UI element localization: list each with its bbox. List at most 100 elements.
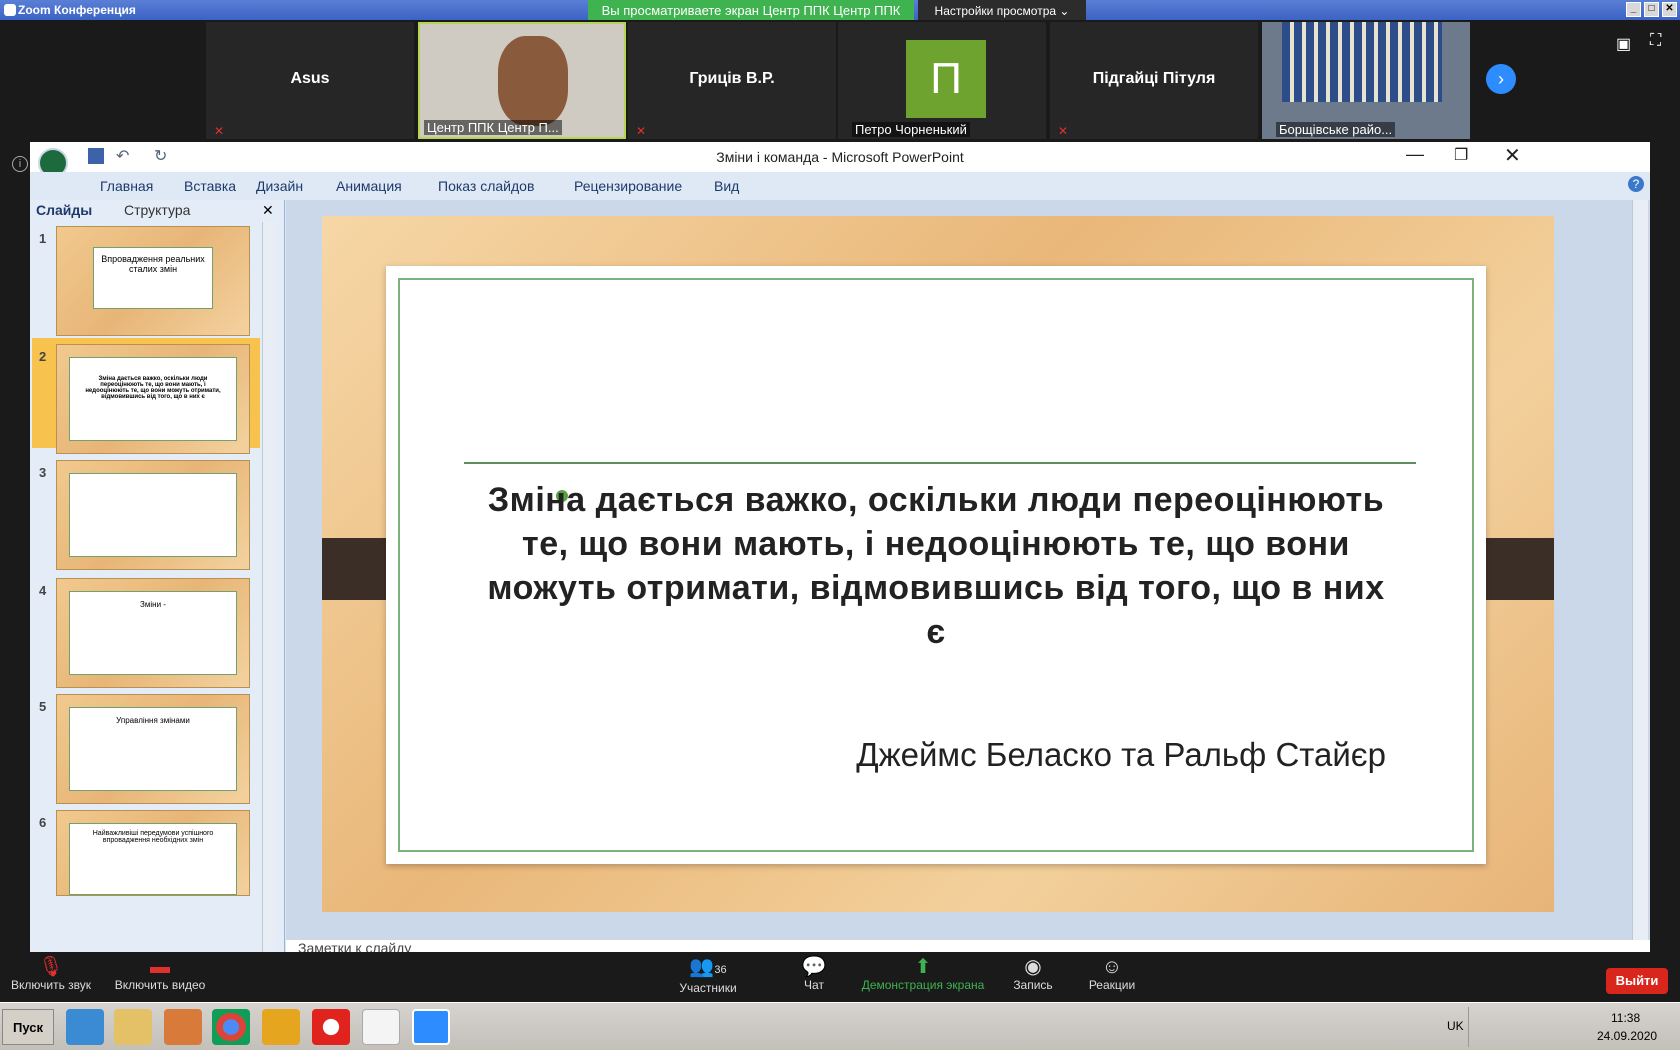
- zoom-logo-icon: [4, 4, 16, 16]
- help-icon[interactable]: ?: [1628, 176, 1644, 192]
- editor-scrollbar[interactable]: [1632, 200, 1648, 940]
- ribbon-tab-view[interactable]: Вид: [714, 178, 739, 194]
- minimize-button[interactable]: _: [1626, 2, 1641, 17]
- ppt-minimize-button[interactable]: —: [1406, 144, 1424, 165]
- thumb-content: Зміна дається важко, оскільки люди перео…: [69, 357, 237, 441]
- slide-number: 6: [39, 815, 47, 830]
- app-icon[interactable]: [262, 1009, 300, 1045]
- slide-thumbnail[interactable]: 3: [39, 460, 250, 570]
- language-indicator[interactable]: UK: [1447, 1019, 1464, 1033]
- video-label: Включить видео: [114, 978, 206, 992]
- slide-card: Зміна дається важко, оскільки люди перео…: [386, 266, 1486, 864]
- participants-button[interactable]: 👥36 Участники: [676, 956, 740, 995]
- ribbon-tab-insert[interactable]: Вставка: [184, 178, 236, 194]
- share-banner: Вы просматриваете экран Центр ППК Центр …: [588, 0, 914, 22]
- slide-thumbnail-selected[interactable]: 2 Зміна дається важко, оскільки люди пер…: [39, 344, 250, 454]
- ppt-close-button[interactable]: ✕: [1504, 143, 1521, 168]
- participant-tile[interactable]: Підгайці Пітуля ✕: [1050, 22, 1258, 139]
- taskbar: Пуск UK 11:38 24.09.2020: [0, 1002, 1680, 1050]
- chrome-icon[interactable]: [212, 1009, 250, 1045]
- system-tray: UK 11:38 24.09.2020: [1447, 1007, 1678, 1047]
- participant-tile[interactable]: Гриців В.Р. ✕: [628, 22, 836, 139]
- zoom-icon[interactable]: [412, 1009, 450, 1045]
- next-page-icon[interactable]: ›: [1486, 64, 1516, 94]
- thumb-content: Впровадження реальних сталих змін: [93, 247, 213, 309]
- thumb-content: [69, 473, 237, 557]
- participants-count: 36: [714, 964, 727, 976]
- ribbon-tab-home[interactable]: Главная: [100, 178, 153, 194]
- participant-tile[interactable]: Борщівське райо...: [1262, 22, 1470, 139]
- unmute-label: Включить звук: [10, 978, 92, 992]
- participant-tile-active[interactable]: Центр ППК Центр П...: [418, 22, 626, 139]
- clock-time[interactable]: 11:38: [1611, 1011, 1640, 1025]
- slide-thumbnail[interactable]: 4 Зміни -: [39, 578, 250, 688]
- slide-number: 1: [39, 231, 47, 246]
- muted-mic-icon: ✕: [1058, 124, 1069, 138]
- bookshelf-video: [1282, 22, 1442, 102]
- record-button[interactable]: ◉ Запись: [1010, 956, 1056, 992]
- explorer-icon[interactable]: [114, 1009, 152, 1045]
- start-video-button[interactable]: ▬ Включить видео: [112, 956, 208, 992]
- participant-caption: Центр ППК Центр П...: [424, 120, 562, 135]
- slide-author[interactable]: Джеймс Беласко та Ральф Стайєр: [826, 736, 1386, 774]
- video-off-icon: ▬: [150, 956, 170, 978]
- record-icon: ◉: [1024, 956, 1042, 978]
- fullscreen-icon[interactable]: ⛶: [1650, 32, 1661, 50]
- thumb-content: Зміни -: [69, 591, 237, 675]
- participant-name: Підгайці Пітуля: [1092, 70, 1216, 87]
- leave-button[interactable]: Выйти: [1606, 968, 1668, 994]
- share-label: Демонстрация экрана: [861, 978, 985, 992]
- chat-icon: 💬: [801, 956, 827, 978]
- participant-avatar: П: [906, 40, 986, 118]
- ribbon-tab-review[interactable]: Рецензирование: [574, 178, 682, 194]
- ribbon-tab-animation[interactable]: Анимация: [336, 178, 402, 194]
- tab-outline[interactable]: Структура: [124, 202, 190, 218]
- slide-quote[interactable]: Зміна дається важко, оскільки люди перео…: [486, 478, 1386, 654]
- slide-thumbnail[interactable]: 6 Найважливіші передумови успішного впро…: [39, 810, 250, 896]
- participant-caption: Борщівське райо...: [1276, 122, 1396, 137]
- participant-caption: Петро Чорненький: [852, 122, 970, 137]
- slide-thumbnail[interactable]: 5 Управління змінами: [39, 694, 250, 804]
- maximize-button[interactable]: □: [1644, 2, 1659, 17]
- layout-icon[interactable]: ▣: [1616, 34, 1631, 54]
- info-icon[interactable]: i: [12, 156, 28, 172]
- pane-scrollbar[interactable]: [262, 222, 276, 952]
- participant-tile[interactable]: Asus ✕: [206, 22, 414, 139]
- current-slide[interactable]: Зміна дається важко, оскільки люди перео…: [322, 216, 1554, 912]
- tab-slides[interactable]: Слайды: [36, 202, 92, 218]
- ppt-restore-button[interactable]: ❐: [1454, 145, 1468, 165]
- muted-mic-icon: 🎙: [38, 956, 64, 978]
- chat-button[interactable]: 💬 Чат: [796, 956, 832, 992]
- close-button[interactable]: ✕: [1662, 2, 1677, 17]
- participant-name: Гриців В.Р.: [689, 70, 775, 87]
- slide-editor: Зміна дається важко, оскільки люди перео…: [286, 200, 1650, 940]
- media-player-icon[interactable]: [164, 1009, 202, 1045]
- ribbon-tab-design[interactable]: Дизайн: [256, 178, 303, 194]
- unmute-button[interactable]: 🎙 Включить звук: [8, 956, 94, 992]
- slide-number: 2: [39, 349, 47, 364]
- participant-name: Asus: [290, 70, 330, 87]
- ie-icon[interactable]: [66, 1009, 104, 1045]
- document-icon[interactable]: [362, 1009, 400, 1045]
- reactions-button[interactable]: ☺ Реакции: [1086, 956, 1138, 992]
- start-button[interactable]: Пуск: [2, 1009, 54, 1045]
- share-screen-button[interactable]: ⬆ Демонстрация экрана: [860, 956, 986, 992]
- close-pane-icon[interactable]: ✕: [262, 202, 274, 219]
- record-label: Запись: [1013, 978, 1053, 992]
- ribbon-tab-slideshow[interactable]: Показ слайдов: [438, 178, 534, 194]
- ppt-title-bar: ↶ ↻ Зміни і команда - Microsoft PowerPoi…: [30, 142, 1650, 178]
- thumb-content: Управління змінами: [69, 707, 237, 791]
- participant-video: [498, 36, 568, 126]
- slide-thumbnail[interactable]: 1 Впровадження реальних сталих змін: [39, 226, 250, 336]
- slide-divider: [464, 462, 1416, 464]
- slide-number: 5: [39, 699, 47, 714]
- thumb-content: Найважливіші передумови успішного впрова…: [69, 823, 237, 895]
- notes-pane[interactable]: Заметки к слайду: [286, 940, 1650, 952]
- muted-mic-icon: ✕: [636, 124, 647, 138]
- participant-tile[interactable]: П Петро Чорненький: [838, 22, 1046, 139]
- opera-icon[interactable]: [312, 1009, 350, 1045]
- powerpoint-window: ↶ ↻ Зміни і команда - Microsoft PowerPoi…: [30, 142, 1650, 952]
- slide-number: 3: [39, 465, 47, 480]
- clock-date[interactable]: 24.09.2020: [1597, 1029, 1657, 1043]
- view-options-button[interactable]: Настройки просмотра ⌄: [918, 0, 1086, 22]
